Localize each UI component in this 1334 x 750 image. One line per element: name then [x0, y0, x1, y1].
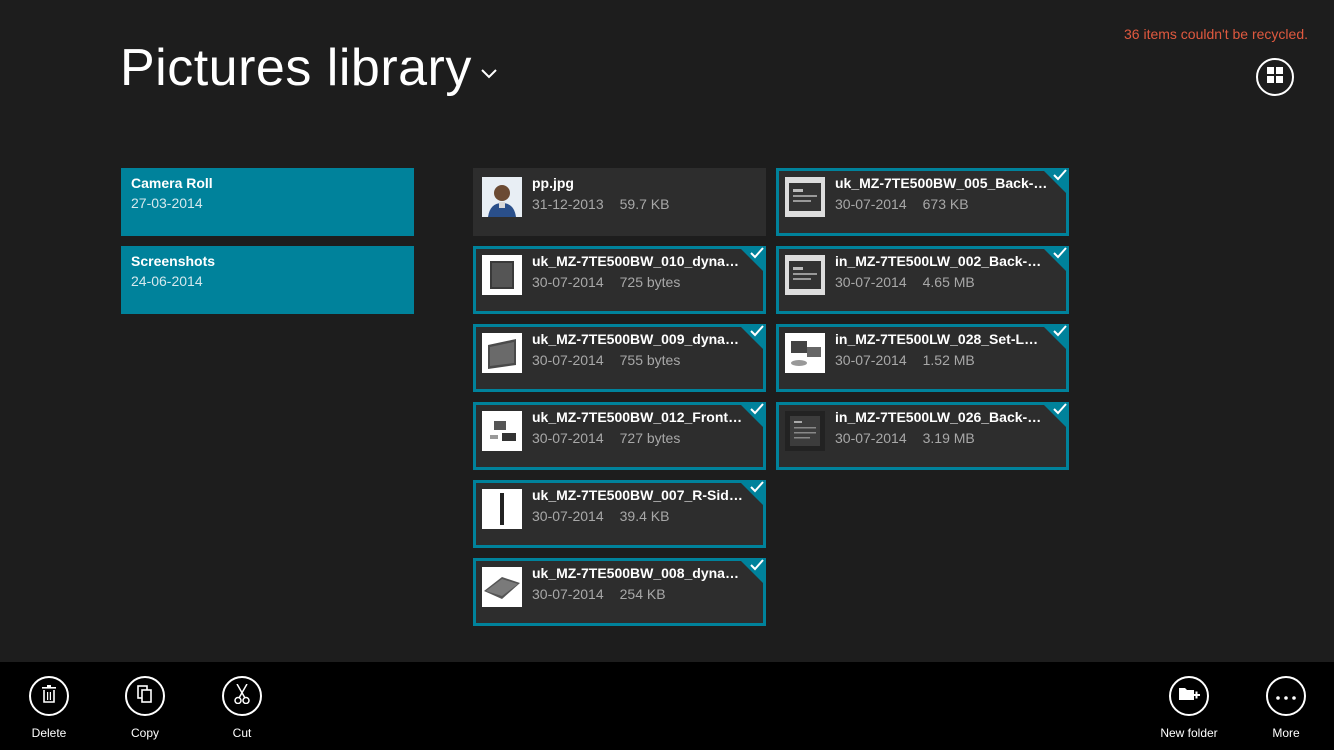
new-folder-icon [1178, 685, 1200, 708]
file-name: pp.jpg [532, 175, 574, 191]
selected-check-icon [1041, 402, 1069, 430]
thumbnail-image [482, 177, 522, 217]
file-size: 39.4 KB [619, 508, 670, 524]
folder-tile-camera-roll[interactable]: Camera Roll 27-03-2014 [121, 168, 414, 236]
file-size: 59.7 KB [619, 196, 670, 212]
thumbnail-image [482, 489, 522, 529]
folder-tile-screenshots[interactable]: Screenshots 24-06-2014 [121, 246, 414, 314]
file-name: uk_MZ-7TE500BW_005_Back-50... [835, 175, 1048, 191]
selected-check-icon [1041, 324, 1069, 352]
scissors-icon [234, 683, 250, 709]
file-date: 31-12-2013 [532, 196, 604, 212]
file-tile[interactable]: uk_MZ-7TE500BW_008_dynamic... 30-07-2014… [473, 558, 766, 626]
cut-button[interactable]: Cut [207, 676, 277, 740]
selected-check-icon [1041, 168, 1069, 196]
thumbnail-image [785, 411, 825, 451]
file-date: 30-07-2014 [532, 274, 604, 290]
folder-name: Screenshots [131, 253, 216, 269]
library-title-dropdown[interactable]: Pictures library [120, 42, 498, 94]
thumbnail-image [482, 567, 522, 607]
file-tile[interactable]: in_MZ-7TE500LW_026_Back-LAP... 30-07-201… [776, 402, 1069, 470]
new-folder-button[interactable]: New folder [1154, 676, 1224, 740]
grid-view-icon [1267, 66, 1283, 88]
file-size: 3.19 MB [922, 430, 975, 446]
file-date: 30-07-2014 [835, 352, 907, 368]
file-size: 755 bytes [619, 352, 681, 368]
file-size: 673 KB [922, 196, 969, 212]
file-tile[interactable]: uk_MZ-7TE500BW_007_R-Side_g... 30-07-201… [473, 480, 766, 548]
file-name: in_MZ-7TE500LW_002_Back-500... [835, 253, 1048, 269]
file-name: uk_MZ-7TE500BW_010_dynamic... [532, 253, 745, 269]
copy-icon [137, 684, 153, 708]
new-folder-label: New folder [1160, 726, 1218, 740]
file-tile[interactable]: in_MZ-7TE500LW_002_Back-500... 30-07-201… [776, 246, 1069, 314]
file-tile[interactable]: in_MZ-7TE500LW_028_Set-LAPT... 30-07-201… [776, 324, 1069, 392]
cut-label: Cut [232, 726, 252, 740]
file-date: 30-07-2014 [532, 586, 604, 602]
copy-button[interactable]: Copy [110, 676, 180, 740]
file-name: uk_MZ-7TE500BW_009_dynamic... [532, 331, 745, 347]
thumbnail-image [482, 411, 522, 451]
thumbnail-image [785, 255, 825, 295]
file-size: 4.65 MB [922, 274, 975, 290]
more-label: More [1272, 726, 1300, 740]
page-title: Pictures library [120, 39, 472, 97]
copy-label: Copy [130, 726, 159, 740]
file-date: 30-07-2014 [835, 274, 907, 290]
status-message: 36 items couldn't be recycled. [1124, 26, 1308, 42]
folder-date: 27-03-2014 [131, 195, 203, 211]
more-button[interactable]: More [1251, 676, 1321, 740]
selected-check-icon [738, 246, 766, 274]
file-name: uk_MZ-7TE500BW_008_dynamic... [532, 565, 745, 581]
file-name: uk_MZ-7TE500BW_012_Front_gr... [532, 409, 745, 425]
selected-check-icon [738, 324, 766, 352]
folder-name: Camera Roll [131, 175, 213, 191]
file-name: uk_MZ-7TE500BW_007_R-Side_g... [532, 487, 745, 503]
thumbnail-image [785, 333, 825, 373]
selected-check-icon [738, 480, 766, 508]
file-name: in_MZ-7TE500LW_026_Back-LAP... [835, 409, 1048, 425]
thumbnail-image [785, 177, 825, 217]
delete-label: Delete [31, 726, 67, 740]
file-date: 30-07-2014 [532, 352, 604, 368]
view-toggle-button[interactable] [1256, 58, 1294, 96]
chevron-down-icon [480, 66, 498, 84]
file-size: 727 bytes [619, 430, 681, 446]
app-bar: Delete Copy Cut New folder More [0, 662, 1334, 750]
file-size: 725 bytes [619, 274, 681, 290]
file-tile[interactable]: uk_MZ-7TE500BW_009_dynamic... 30-07-2014… [473, 324, 766, 392]
file-date: 30-07-2014 [835, 430, 907, 446]
selected-check-icon [738, 558, 766, 586]
file-date: 30-07-2014 [532, 508, 604, 524]
trash-icon [41, 684, 57, 708]
file-date: 30-07-2014 [532, 430, 604, 446]
file-size: 1.52 MB [922, 352, 975, 368]
file-tile[interactable]: uk_MZ-7TE500BW_005_Back-50... 30-07-2014… [776, 168, 1069, 236]
selected-check-icon [738, 402, 766, 430]
file-tile[interactable]: pp.jpg 31-12-2013 59.7 KB [473, 168, 766, 236]
file-size: 254 KB [619, 586, 666, 602]
delete-button[interactable]: Delete [14, 676, 84, 740]
thumbnail-image [482, 255, 522, 295]
selected-check-icon [1041, 246, 1069, 274]
file-tile[interactable]: uk_MZ-7TE500BW_010_dynamic... 30-07-2014… [473, 246, 766, 314]
file-name: in_MZ-7TE500LW_028_Set-LAPT... [835, 331, 1048, 347]
thumbnail-image [482, 333, 522, 373]
file-date: 30-07-2014 [835, 196, 907, 212]
file-tile[interactable]: uk_MZ-7TE500BW_012_Front_gr... 30-07-201… [473, 402, 766, 470]
more-icon [1276, 687, 1296, 705]
folder-date: 24-06-2014 [131, 273, 203, 289]
